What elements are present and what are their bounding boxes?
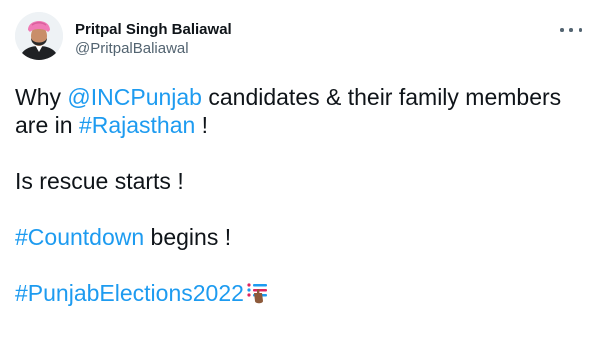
author-handle[interactable]: @PritpalBaliawal — [75, 39, 232, 59]
author-block: Pritpal Singh Baliawal @PritpalBaliawal — [75, 20, 232, 59]
tweet-text-segment: Why — [15, 84, 68, 110]
author-display-name[interactable]: Pritpal Singh Baliawal — [75, 20, 232, 40]
mention-link[interactable]: @INCPunjab — [67, 84, 202, 110]
profile-avatar-icon — [15, 12, 63, 60]
tweet-text-segment: Is rescue starts ! — [15, 168, 184, 194]
tweet-paragraph: Is rescue starts ! — [15, 167, 575, 195]
hashtag-link[interactable]: #PunjabElections2022 — [15, 280, 244, 306]
ellipsis-icon — [578, 28, 582, 32]
hashtag-link[interactable]: #Countdown — [15, 224, 144, 250]
ballot-voting-hashflag-icon — [246, 281, 270, 311]
tweet-paragraph: #Countdown begins ! — [15, 223, 575, 251]
tweet-text-segment: are in — [15, 112, 79, 138]
tweet-card: Pritpal Singh Baliawal @PritpalBaliawal … — [0, 0, 595, 326]
more-options-button[interactable] — [560, 20, 582, 40]
ellipsis-icon — [560, 28, 564, 32]
ellipsis-icon — [569, 28, 573, 32]
tweet-text-segment: ! — [195, 112, 209, 138]
tweet-text: Why @INCPunjab candidates & their family… — [15, 83, 575, 339]
tweet-paragraph: #PunjabElections2022 — [15, 279, 575, 311]
tweet-text-segment: begins ! — [144, 224, 232, 250]
tweet-paragraph: Why @INCPunjab candidates & their family… — [15, 83, 575, 139]
profile-avatar[interactable] — [15, 12, 63, 60]
tweet-text-segment: candidates & their family members — [201, 84, 562, 110]
hashtag-link[interactable]: #Rajasthan — [79, 112, 195, 138]
